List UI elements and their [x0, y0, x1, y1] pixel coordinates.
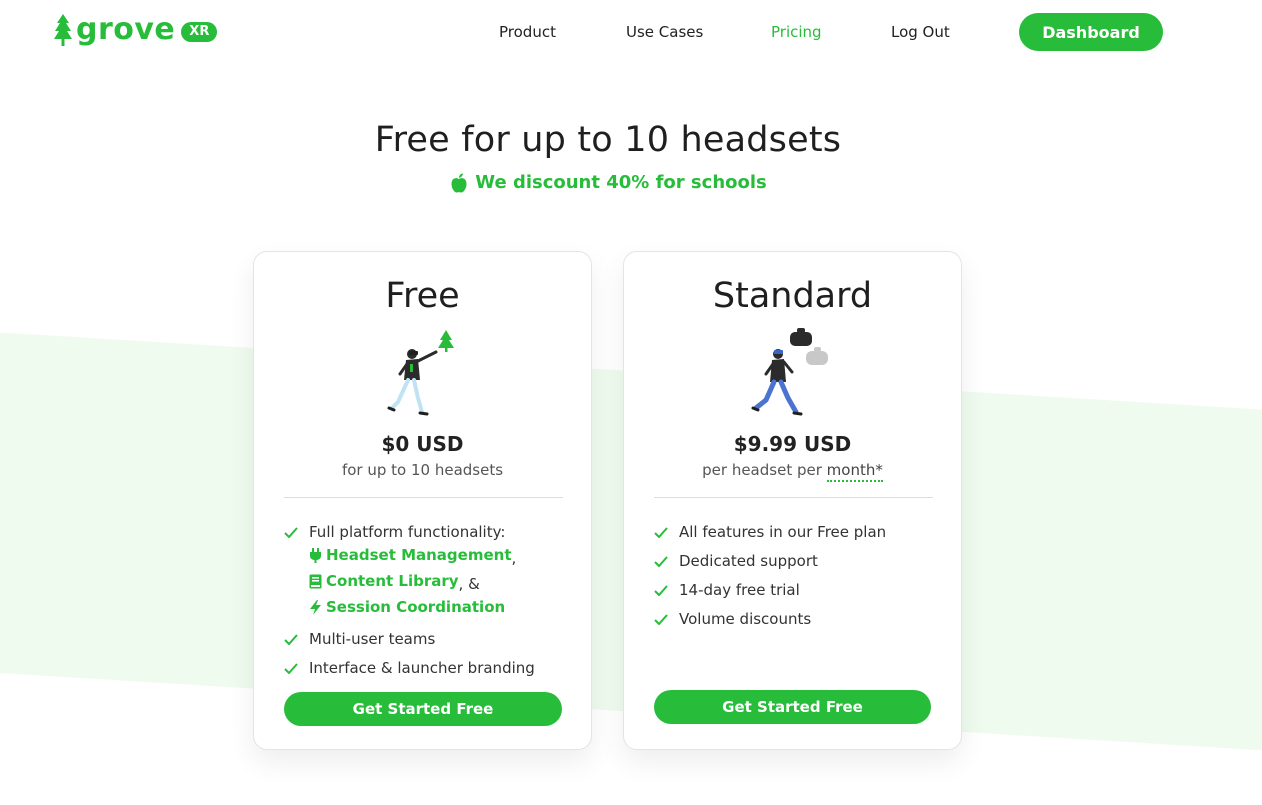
list-item: 14-day free trial	[654, 579, 944, 602]
check-icon	[654, 585, 668, 596]
plug-icon	[310, 548, 321, 563]
feature-text: Volume discounts	[679, 610, 812, 628]
feature-list: Full platform functionality: Headset Man…	[284, 521, 574, 686]
check-icon	[654, 556, 668, 567]
school-discount: We discount 40% for schools	[0, 172, 1218, 193]
check-icon	[654, 614, 668, 625]
plan-card-free: Free $0 USD for up to 10 headsets Full p…	[253, 251, 592, 750]
logo[interactable]: grove XR	[54, 12, 218, 47]
plan-price-subtitle: for up to 10 headsets	[341, 461, 504, 479]
list-item: Interface & launcher branding	[284, 657, 574, 680]
plan-card-standard: Standard $9.99 USD per headset per month…	[623, 251, 962, 750]
school-discount-text: We discount 40% for schools	[475, 172, 767, 193]
nav-log-out[interactable]: Log Out	[891, 22, 950, 42]
feature-text: Multi-user teams	[309, 630, 436, 648]
plan-name: Standard	[712, 276, 873, 316]
book-icon	[309, 574, 322, 589]
get-started-free-button[interactable]: Get Started Free	[654, 690, 931, 724]
session-coordination-link[interactable]: Session Coordination	[309, 596, 505, 619]
get-started-free-button[interactable]: Get Started Free	[284, 692, 562, 726]
nav-product[interactable]: Product	[499, 22, 556, 42]
dashboard-button[interactable]: Dashboard	[1019, 13, 1163, 51]
bolt-icon	[310, 600, 321, 615]
plan-price: $0 USD	[381, 432, 464, 456]
content-library-link[interactable]: Content Library	[309, 570, 459, 593]
check-icon	[284, 527, 298, 538]
tree-icon	[54, 14, 72, 46]
check-icon	[284, 663, 298, 674]
site-header: grove XR Product Use Cases Pricing Log O…	[0, 0, 1262, 64]
plan-price-subtitle: per headset per month*	[624, 461, 961, 482]
list-item: Multi-user teams	[284, 628, 574, 651]
feature-text: Dedicated support	[679, 552, 818, 570]
feature-text: Full platform functionality:	[309, 523, 506, 541]
list-item: All features in our Free plan	[654, 521, 944, 544]
headset-management-link[interactable]: Headset Management	[309, 544, 512, 567]
plan-name: Free	[385, 276, 460, 316]
page-title: Free for up to 10 headsets	[374, 120, 842, 160]
plan-price: $9.99 USD	[733, 432, 852, 456]
list-item: Full platform functionality: Headset Man…	[284, 521, 574, 622]
nav-use-cases[interactable]: Use Cases	[626, 22, 703, 42]
person-with-headsets-illustration	[751, 328, 828, 416]
divider	[284, 497, 563, 498]
list-item: Dedicated support	[654, 550, 944, 573]
logo-badge: XR	[181, 21, 218, 42]
check-icon	[284, 634, 298, 645]
apple-icon	[451, 173, 467, 193]
person-with-tree-illustration	[387, 330, 454, 416]
logo-text: grove	[76, 12, 176, 47]
feature-list: All features in our Free plan Dedicated …	[654, 521, 944, 637]
feature-text: Interface & launcher branding	[309, 659, 535, 677]
month-tooltip-term[interactable]: month*	[826, 461, 883, 482]
list-item: Volume discounts	[654, 608, 944, 631]
check-icon	[654, 527, 668, 538]
divider	[654, 497, 933, 498]
feature-text: All features in our Free plan	[679, 523, 887, 541]
feature-text: 14-day free trial	[679, 581, 800, 599]
nav-pricing[interactable]: Pricing	[771, 22, 822, 42]
